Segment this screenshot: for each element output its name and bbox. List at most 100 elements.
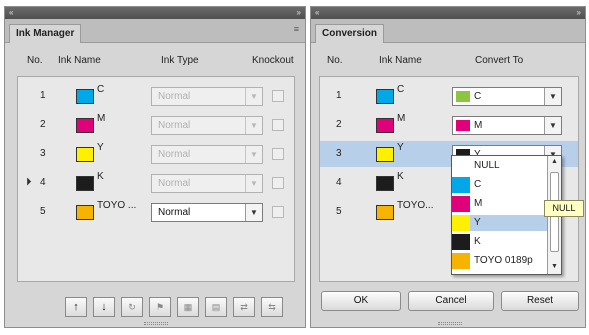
dropdown-option[interactable]: K <box>452 234 547 250</box>
ink-type-select: Normal ▼ <box>151 87 263 106</box>
column-header-no: No. <box>27 55 43 66</box>
ink-swatch-icon <box>376 89 394 104</box>
chevron-down-icon: ▼ <box>245 88 262 105</box>
ink-toolbar: ↑ ↓ ↻ ⚑ ▦ ▤ ⇄ ⇆ <box>65 297 295 317</box>
ink-number: 2 <box>336 119 342 130</box>
ink-number: 1 <box>336 90 342 101</box>
expand-icon[interactable]: » <box>297 7 301 18</box>
dropdown-option[interactable]: TOYO 0189p <box>452 253 547 269</box>
swap-left-icon[interactable]: ⇆ <box>261 297 283 317</box>
option-swatch-icon <box>452 177 470 193</box>
ink-name: M <box>97 113 106 124</box>
ink-type-select[interactable]: Normal ▼ <box>151 203 263 222</box>
ink-type-value: Normal <box>158 149 191 160</box>
ink-swatch-icon <box>376 118 394 133</box>
ink-row[interactable]: 5 TOYO ... Normal ▼ <box>18 199 294 225</box>
conversion-row[interactable]: 2 M M ▼ <box>320 112 578 138</box>
ink-manager-panel: « » Ink Manager ≡ No. Ink Name Ink Type … <box>4 6 306 328</box>
chevron-down-icon[interactable]: ▼ <box>544 117 561 134</box>
panel-menu-icon[interactable]: ≡ <box>294 24 299 34</box>
column-header-ink-name: Ink Name <box>58 55 101 66</box>
dropdown-option[interactable]: Y <box>452 215 547 231</box>
ink-swatch-icon <box>376 147 394 162</box>
ink-type-value: Normal <box>158 120 191 131</box>
ink-type-value: Normal <box>158 207 191 218</box>
convert-to-select[interactable]: M ▼ <box>452 116 562 135</box>
ink-row[interactable]: 3 Y Normal ▼ <box>18 141 294 167</box>
expand-icon[interactable]: » <box>577 7 581 18</box>
move-down-icon[interactable]: ↓ <box>93 297 115 317</box>
option-swatch-icon <box>452 215 470 231</box>
ink-list-icon[interactable]: ▤ <box>205 297 227 317</box>
ink-number: 3 <box>336 148 342 159</box>
column-header-ink-name: Ink Name <box>379 55 422 66</box>
knockout-checkbox[interactable] <box>272 206 284 218</box>
conversion-row[interactable]: 1 C C ▼ <box>320 83 578 109</box>
swap-right-icon[interactable]: ⇄ <box>233 297 255 317</box>
ink-swatch-icon <box>76 147 94 162</box>
ink-number: 4 <box>40 177 46 188</box>
ink-type-value: Normal <box>158 91 191 102</box>
knockout-checkbox[interactable] <box>272 177 284 189</box>
chevron-down-icon: ▼ <box>245 117 262 134</box>
ink-type-value: Normal <box>158 178 191 189</box>
column-header-ink-type: Ink Type <box>161 55 199 66</box>
flag-icon[interactable]: ⚑ <box>149 297 171 317</box>
move-up-icon[interactable]: ↑ <box>65 297 87 317</box>
chevron-down-icon: ▼ <box>245 146 262 163</box>
column-header-convert-to: Convert To <box>475 55 524 66</box>
option-label: C <box>474 179 482 190</box>
ink-row[interactable]: 1 C Normal ▼ <box>18 83 294 109</box>
collapse-icon[interactable]: « <box>9 7 13 18</box>
dropdown-option[interactable]: NULL <box>452 158 547 174</box>
ink-name: TOYO... <box>397 200 434 211</box>
ink-number: 5 <box>336 206 342 217</box>
ink-row[interactable]: ⏵ 4 K Normal ▼ <box>18 170 294 196</box>
ink-number: 4 <box>336 177 342 188</box>
scroll-up-icon[interactable]: ▲ <box>548 156 561 168</box>
column-header-knockout: Knockout <box>252 55 294 66</box>
knockout-checkbox[interactable] <box>272 90 284 102</box>
panel-title-bar[interactable]: « » <box>311 7 585 19</box>
ink-name: C <box>97 84 105 95</box>
option-swatch-icon <box>452 253 470 269</box>
ink-swatch-icon <box>76 89 94 104</box>
cancel-button[interactable]: Cancel <box>408 291 494 311</box>
reset-button[interactable]: Reset <box>501 291 579 311</box>
ink-swatch-icon <box>76 118 94 133</box>
scroll-down-icon[interactable]: ▼ <box>548 261 561 273</box>
dropdown-option[interactable]: C <box>452 177 547 193</box>
ink-number: 2 <box>40 119 46 130</box>
add-ink-icon[interactable]: ▦ <box>177 297 199 317</box>
convert-swatch-icon <box>456 91 470 102</box>
tooltip: NULL <box>544 200 584 217</box>
panel-title-bar[interactable]: « » <box>5 7 305 19</box>
resize-grip-icon[interactable] <box>438 322 462 325</box>
convert-to-select[interactable]: C ▼ <box>452 87 562 106</box>
ink-number: 1 <box>40 90 46 101</box>
chevron-down-icon[interactable]: ▼ <box>544 88 561 105</box>
dropdown-option[interactable]: M <box>452 196 547 212</box>
ink-name: M <box>397 113 406 124</box>
knockout-checkbox[interactable] <box>272 148 284 160</box>
tab-conversion[interactable]: Conversion <box>315 24 385 43</box>
tab-strip: Conversion <box>311 19 585 43</box>
collapse-icon[interactable]: « <box>315 7 319 18</box>
option-swatch-icon <box>452 234 470 250</box>
tab-ink-manager[interactable]: Ink Manager <box>9 24 82 43</box>
option-label: Y <box>474 217 481 228</box>
refresh-icon[interactable]: ↻ <box>121 297 143 317</box>
option-swatch-icon <box>452 196 470 212</box>
ink-type-select: Normal ▼ <box>151 174 263 193</box>
resize-grip-icon[interactable] <box>144 322 168 325</box>
option-label: TOYO 0189p <box>474 255 533 266</box>
tab-strip: Ink Manager ≡ <box>5 19 305 43</box>
chevron-down-icon[interactable]: ▼ <box>245 204 262 221</box>
ok-button[interactable]: OK <box>321 291 401 311</box>
chevron-down-icon: ▼ <box>245 175 262 192</box>
ink-number: 5 <box>40 206 46 217</box>
ink-type-select: Normal ▼ <box>151 116 263 135</box>
ink-name: K <box>397 171 404 182</box>
ink-row[interactable]: 2 M Normal ▼ <box>18 112 294 138</box>
knockout-checkbox[interactable] <box>272 119 284 131</box>
